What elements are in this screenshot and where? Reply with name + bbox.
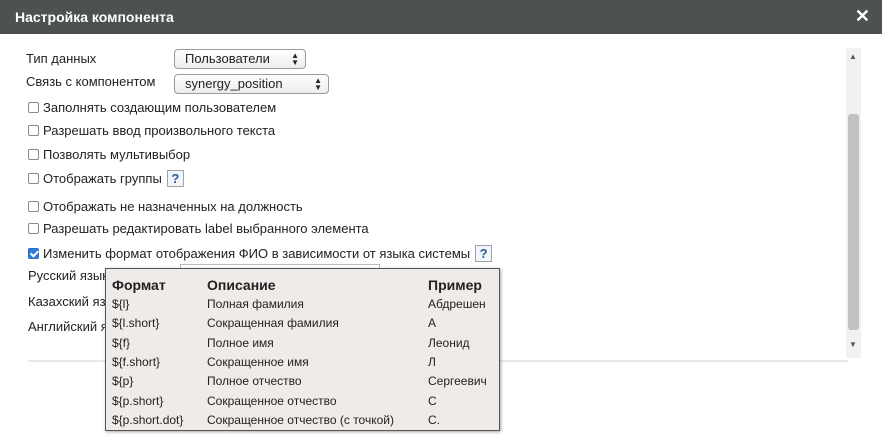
tooltip-cell-example: А [428,316,437,330]
tooltip-cell-format: ${l.short} [112,316,160,330]
checkbox-row-unassigned[interactable]: Отображать не назначенных на должность [28,199,303,214]
select-arrows-icon: ▲ ▼ [291,51,299,67]
checkbox[interactable] [28,173,39,184]
scrollbar-thumb[interactable] [848,114,859,330]
language-label-russian: Русский язык [28,268,108,283]
checkbox-row-multiselect[interactable]: Позволять мультивыбор [28,147,190,162]
format-help-tooltip: Формат Описание Пример ${l} Полная фамили… [105,268,500,431]
tooltip-cell-format: ${l} [112,297,130,311]
close-icon[interactable]: ✕ [855,6,870,26]
checkbox-label: Разрешать ввод произвольного текста [43,123,276,138]
tooltip-header-format: Формат [112,277,166,293]
checkbox-row-name-format[interactable]: Изменить формат отображения ФИО в зависи… [28,245,493,262]
tooltip-cell-description: Полное отчество [207,374,302,388]
tooltip-cell-example: С. [428,413,440,427]
checkbox-label: Разрешать редактировать label выбранного… [43,221,369,236]
tooltip-cell-description: Полное имя [207,336,274,350]
data-type-value: Пользователи [185,51,270,66]
checkbox[interactable] [28,102,39,113]
tooltip-cell-format: ${p.short.dot} [112,413,184,427]
scroll-up-icon[interactable]: ▲ [849,52,857,61]
tooltip-cell-format: ${p.short} [112,394,164,408]
tooltip-cell-example: Сергеевич [428,374,487,388]
tooltip-cell-description: Сокращенное отчество (с точкой) [207,413,394,427]
tooltip-cell-description: Полная фамилия [207,297,304,311]
checkbox-label: Отображать группы [43,171,162,186]
checkbox-label: Заполнять создающим пользователем [43,100,277,115]
tooltip-cell-example: Абдрешен [428,297,486,311]
checkbox-row-free-text[interactable]: Разрешать ввод произвольного текста [28,123,275,138]
tooltip-cell-description: Сокращенное имя [207,355,309,369]
checkbox-label: Позволять мультивыбор [43,147,191,162]
checkbox-row-fill-creator[interactable]: Заполнять создающим пользователем [28,100,276,115]
checkbox[interactable] [28,201,39,212]
select-arrows-icon: ▲ ▼ [314,76,322,92]
checkbox[interactable] [28,149,39,160]
tooltip-cell-example: Л [428,355,436,369]
tooltip-cell-format: ${f} [112,336,131,350]
tooltip-cell-example: С [428,394,437,408]
dialog-titlebar: Настройка компонента ✕ [0,0,882,34]
component-settings-dialog: Настройка компонента ✕ Тип данных Пользо… [0,0,882,436]
tooltip-cell-example: Леонид [428,336,470,350]
link-component-select[interactable]: synergy_position ▲ ▼ [174,74,329,94]
checkbox-label: Изменить формат отображения ФИО в зависи… [43,246,471,261]
tooltip-header-description: Описание [207,277,276,293]
checkbox-row-show-groups[interactable]: Отображать группы ? [28,170,184,187]
tooltip-cell-description: Сокращенное отчество [207,394,337,408]
vertical-scrollbar[interactable]: ▲ ▼ [846,48,861,358]
tooltip-header-example: Пример [428,277,482,293]
checkbox-checked[interactable] [28,248,39,259]
checkbox-label: Отображать не назначенных на должность [43,199,303,214]
scroll-down-icon[interactable]: ▼ [849,340,857,349]
checkbox[interactable] [28,223,39,234]
link-component-value: synergy_position [185,76,283,91]
tooltip-cell-description: Сокращенная фамилия [207,316,339,330]
data-type-label: Тип данных [26,51,97,66]
tooltip-cell-format: ${p} [112,374,134,388]
help-icon[interactable]: ? [475,245,493,262]
checkbox[interactable] [28,125,39,136]
tooltip-cell-format: ${f.short} [112,355,161,369]
help-icon[interactable]: ? [166,170,184,187]
link-component-label: Связь с компонентом [26,74,156,89]
checkbox-row-edit-label[interactable]: Разрешать редактировать label выбранного… [28,221,369,236]
data-type-select[interactable]: Пользователи ▲ ▼ [174,49,306,69]
dialog-title: Настройка компонента [15,9,174,25]
